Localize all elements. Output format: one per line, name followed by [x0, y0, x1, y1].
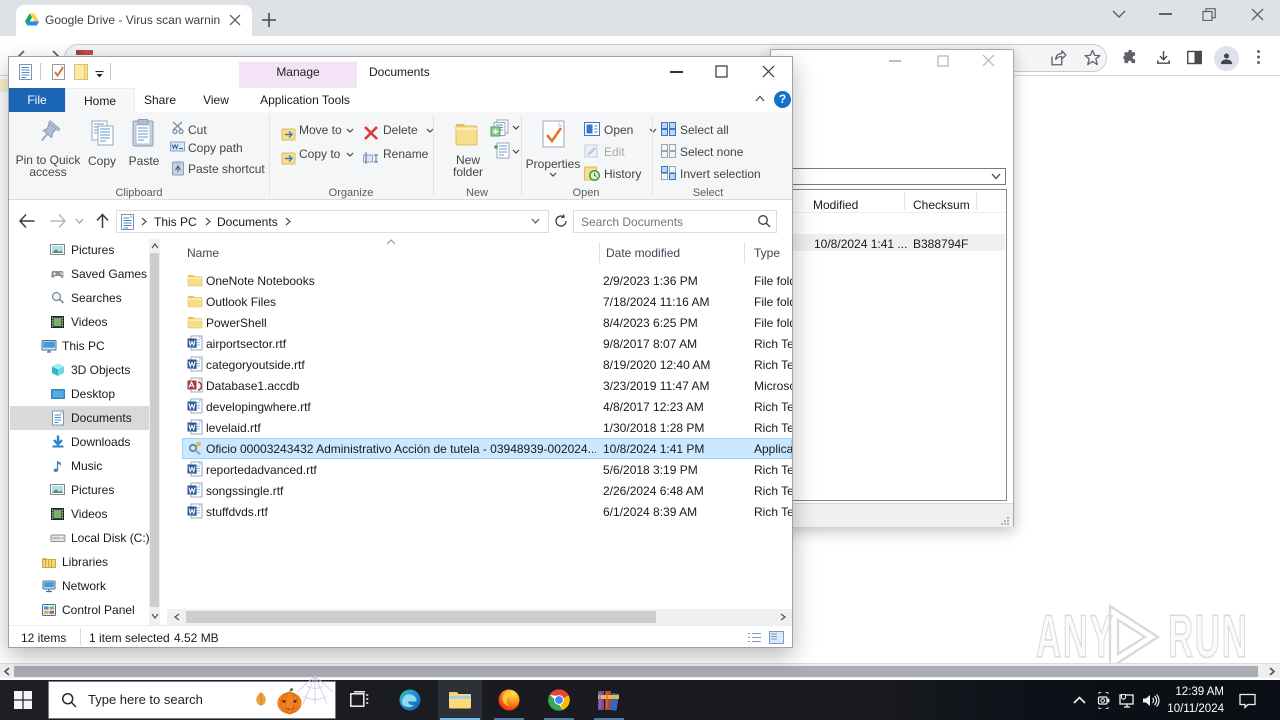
svg-text:RUN: RUN — [1168, 604, 1249, 670]
svg-text:ANY: ANY — [1036, 604, 1115, 670]
